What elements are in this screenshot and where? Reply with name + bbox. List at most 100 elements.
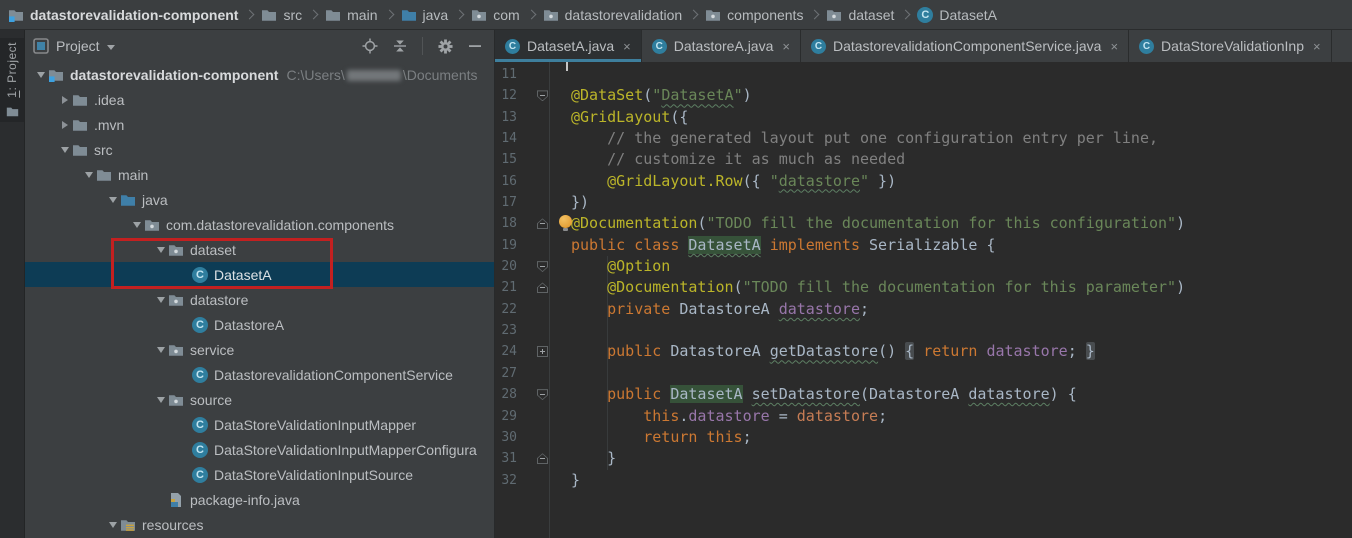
tree-item-datastorevalidationcomponentservice[interactable]: CDatastorevalidationComponentService (25, 362, 494, 387)
code-line-30[interactable]: 30 return this; (495, 427, 1352, 448)
code-line-23[interactable]: 23 (495, 320, 1352, 341)
code-line-21[interactable]: 21 @Documentation("TODO fill the documen… (495, 277, 1352, 298)
tree-item-java[interactable]: java (25, 187, 494, 212)
editor-tab-datastorevalidationinp[interactable]: CDataStoreValidationInp× (1129, 30, 1332, 62)
editor-tab-dataseta-java[interactable]: CDatasetA.java× (495, 30, 642, 62)
code-line-17[interactable]: 17}) (495, 192, 1352, 213)
chevron-expanded-icon[interactable] (129, 222, 144, 228)
code-line-13[interactable]: 13@GridLayout({ (495, 107, 1352, 128)
code-line-18[interactable]: 18@Documentation("TODO fill the document… (495, 213, 1352, 234)
gutter (529, 171, 571, 192)
breadcrumb-item[interactable]: com (471, 7, 519, 23)
tree-item-datastorea[interactable]: CDatastoreA (25, 312, 494, 337)
tree-item-service[interactable]: service (25, 337, 494, 362)
code-line-11[interactable]: 11 (495, 64, 1352, 85)
breadcrumb-item[interactable]: java (401, 7, 449, 23)
chevron-expanded-icon[interactable] (153, 297, 168, 303)
code-editor[interactable]: 1112@DataSet("DatasetA")13@GridLayout({1… (495, 62, 1352, 538)
breadcrumb-label: dataset (848, 7, 894, 23)
chevron-down-icon[interactable] (107, 45, 115, 50)
breadcrumb-item[interactable]: CDatasetA (917, 7, 997, 23)
fold-open-down-icon[interactable] (537, 389, 548, 400)
line-number: 20 (495, 256, 529, 277)
tree-item-main[interactable]: main (25, 162, 494, 187)
close-icon[interactable]: × (1110, 39, 1118, 54)
project-folder-icon (8, 7, 24, 23)
locate-icon[interactable] (362, 38, 378, 54)
fold-closed-plus-icon[interactable] (537, 346, 548, 357)
close-icon[interactable]: × (1313, 39, 1321, 54)
code-line-29[interactable]: 29 this.datastore = datastore; (495, 406, 1352, 427)
chevron-expanded-icon[interactable] (81, 172, 96, 178)
intention-lightbulb-icon[interactable] (557, 215, 574, 232)
tree-item-datastorevalidation-component[interactable]: datastorevalidation-componentC:\Users\\D… (25, 62, 494, 87)
tree-item--idea[interactable]: .idea (25, 87, 494, 112)
chevron-collapsed-icon[interactable] (57, 96, 72, 104)
close-icon[interactable]: × (623, 39, 631, 54)
chevron-collapsed-icon[interactable] (57, 121, 72, 129)
tree-item-package-info-java[interactable]: package-info.java (25, 487, 494, 512)
settings-icon[interactable] (438, 39, 453, 54)
breadcrumb-item[interactable]: datastorevalidation-component (8, 7, 238, 23)
tree-item-datastore[interactable]: datastore (25, 287, 494, 312)
tree-item-label: src (94, 142, 113, 158)
breadcrumb-item[interactable]: datastorevalidation (543, 7, 683, 23)
project-tool-window-button[interactable]: 1: Project (0, 38, 24, 122)
code-line-32[interactable]: 32} (495, 470, 1352, 491)
tree-item-com-datastorevalidation-components[interactable]: com.datastorevalidation.components (25, 212, 494, 237)
tree-item-source[interactable]: source (25, 387, 494, 412)
breadcrumb-item[interactable]: main (325, 7, 377, 23)
code-line-12[interactable]: 12@DataSet("DatasetA") (495, 85, 1352, 106)
close-icon[interactable]: × (782, 39, 790, 54)
hide-icon[interactable] (468, 39, 482, 53)
editor-tab-datastorevalidationcomponentservice-java[interactable]: CDatastorevalidationComponentService.jav… (801, 30, 1129, 62)
chevron-expanded-icon[interactable] (57, 147, 72, 153)
breadcrumb-separator-icon (245, 10, 255, 20)
code-text: return this; (571, 427, 752, 448)
tree-item-datastorevalidationinputmapper[interactable]: CDataStoreValidationInputMapper (25, 412, 494, 437)
project-panel-header: Project (25, 30, 494, 62)
tool-window-stripe: 1: Project (0, 30, 25, 538)
breadcrumb-label: src (283, 7, 302, 23)
class-icon: C (192, 417, 208, 433)
code-line-15[interactable]: 15 // customize it as much as needed (495, 149, 1352, 170)
fold-open-up-icon[interactable] (537, 282, 548, 293)
collapse-all-icon[interactable] (393, 39, 407, 53)
code-line-24[interactable]: 24 public DatastoreA getDatastore() { re… (495, 341, 1352, 362)
tree-item-resources[interactable]: resources (25, 512, 494, 537)
fold-open-up-icon[interactable] (537, 218, 548, 229)
tree-item-datastorevalidationinputmapperconfigura[interactable]: CDataStoreValidationInputMapperConfigura (25, 437, 494, 462)
fold-open-down-icon[interactable] (537, 90, 548, 101)
code-line-28[interactable]: 28 public DatasetA setDatastore(Datastor… (495, 384, 1352, 405)
line-number: 28 (495, 384, 529, 405)
code-line-27[interactable]: 27 (495, 363, 1352, 384)
chevron-expanded-icon[interactable] (33, 72, 48, 78)
breadcrumb-item[interactable]: dataset (826, 7, 894, 23)
chevron-expanded-icon[interactable] (105, 197, 120, 203)
code-line-31[interactable]: 31 } (495, 448, 1352, 469)
code-line-20[interactable]: 20 @Option (495, 256, 1352, 277)
tree-item-datastorevalidationinputsource[interactable]: CDataStoreValidationInputSource (25, 462, 494, 487)
tree-item-dataset[interactable]: dataset (25, 237, 494, 262)
fold-open-down-icon[interactable] (537, 261, 548, 272)
tree-item-src[interactable]: src (25, 137, 494, 162)
folder-icon (325, 7, 341, 23)
code-line-19[interactable]: 19public class DatasetA implements Seria… (495, 235, 1352, 256)
editor-tab-datastorea-java[interactable]: CDatastoreA.java× (642, 30, 801, 62)
chevron-expanded-icon[interactable] (153, 347, 168, 353)
breadcrumb-item[interactable]: components (705, 7, 803, 23)
tree-item--mvn[interactable]: .mvn (25, 112, 494, 137)
fold-open-up-icon[interactable] (537, 453, 548, 464)
tree-item-dataseta[interactable]: CDatasetA (25, 262, 494, 287)
redacted-path-segment (347, 70, 401, 81)
chevron-expanded-icon[interactable] (153, 397, 168, 403)
chevron-expanded-icon[interactable] (105, 522, 120, 528)
code-line-22[interactable]: 22 private DatastoreA datastore; (495, 299, 1352, 320)
code-line-16[interactable]: 16 @GridLayout.Row({ "datastore" }) (495, 171, 1352, 192)
tab-label: DatastorevalidationComponentService.java (833, 38, 1101, 54)
breadcrumb-item[interactable]: src (261, 7, 302, 23)
project-view-title[interactable]: Project (56, 38, 100, 54)
code-line-14[interactable]: 14 // the generated layout put one confi… (495, 128, 1352, 149)
project-panel: Project datastorevalidation-componentC:\… (25, 30, 495, 538)
chevron-expanded-icon[interactable] (153, 247, 168, 253)
